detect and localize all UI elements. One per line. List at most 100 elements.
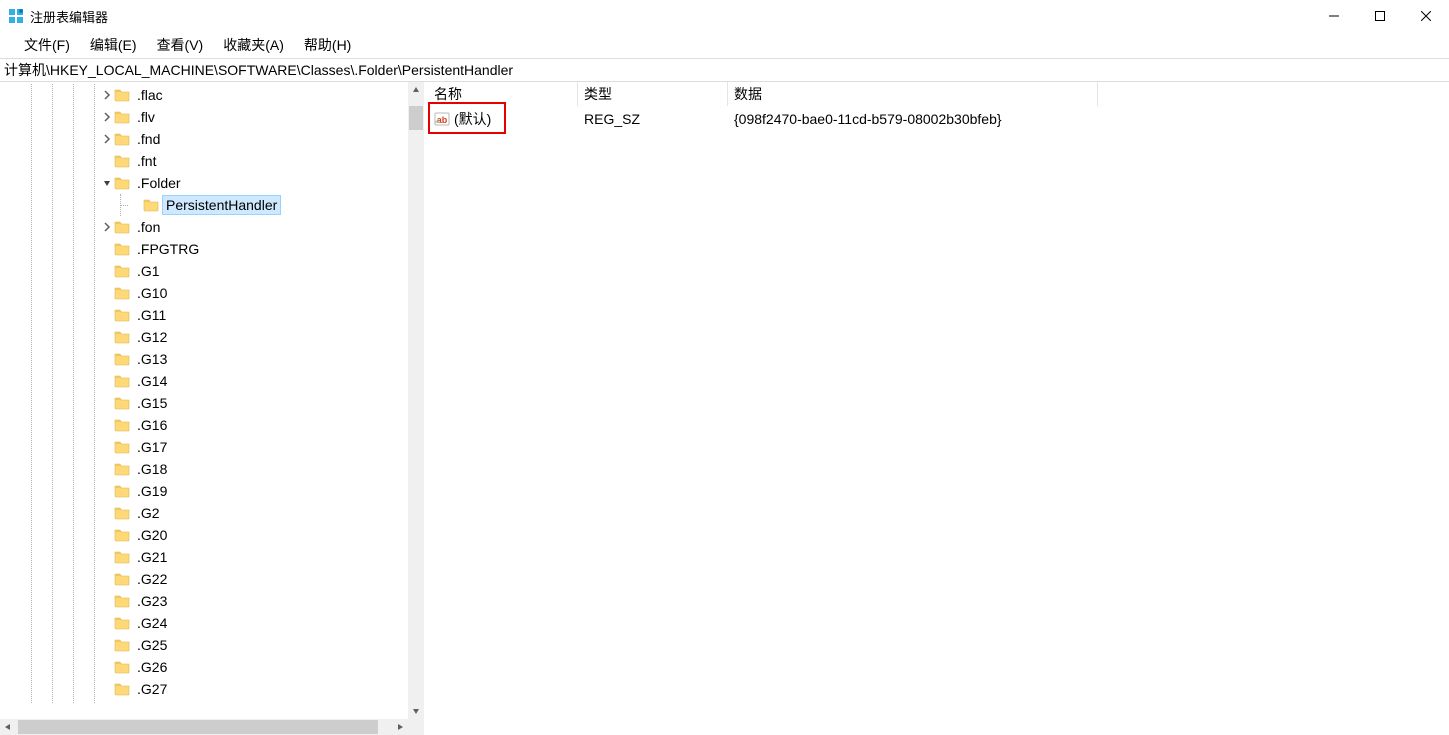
folder-icon <box>114 373 130 389</box>
tree-node[interactable]: .G25 <box>0 634 408 656</box>
tree-node[interactable]: .G10 <box>0 282 408 304</box>
folder-icon <box>114 681 130 697</box>
value-name-cell: ab(默认) <box>428 108 578 130</box>
tree-node-label: .G22 <box>134 570 170 588</box>
chevron-right-icon[interactable] <box>100 110 114 124</box>
folder-icon <box>114 505 130 521</box>
tree-node[interactable]: .G13 <box>0 348 408 370</box>
address-bar[interactable]: 计算机\HKEY_LOCAL_MACHINE\SOFTWARE\Classes\… <box>0 58 1449 82</box>
scroll-up-button[interactable] <box>408 82 424 98</box>
column-name[interactable]: 名称 <box>428 82 578 106</box>
tree-node[interactable]: .G26 <box>0 656 408 678</box>
tree-vertical-scrollbar[interactable] <box>408 82 424 719</box>
scrollbar-corner <box>408 719 424 735</box>
tree-horizontal-scrollbar[interactable] <box>0 719 408 735</box>
tree-node-label: .G20 <box>134 526 170 544</box>
address-text: 计算机\HKEY_LOCAL_MACHINE\SOFTWARE\Classes\… <box>4 60 513 80</box>
values-list[interactable]: ab(默认)REG_SZ{098f2470-bae0-11cd-b579-080… <box>428 106 1449 130</box>
tree-node-label: .G15 <box>134 394 170 412</box>
folder-icon <box>114 87 130 103</box>
scroll-track[interactable] <box>408 98 424 703</box>
tree-node[interactable]: .G11 <box>0 304 408 326</box>
close-button[interactable] <box>1403 0 1449 32</box>
tree-node[interactable]: .flv <box>0 106 408 128</box>
tree-node[interactable]: .G15 <box>0 392 408 414</box>
minimize-button[interactable] <box>1311 0 1357 32</box>
tree-node[interactable]: .flac <box>0 84 408 106</box>
menu-bar: 文件(F) 编辑(E) 查看(V) 收藏夹(A) 帮助(H) <box>0 32 1449 58</box>
tree-node[interactable]: .fnd <box>0 128 408 150</box>
window-controls <box>1311 0 1449 32</box>
scroll-thumb[interactable] <box>409 106 423 130</box>
tree-node-label: .fon <box>134 218 163 236</box>
menu-edit[interactable]: 编辑(E) <box>80 32 147 58</box>
folder-icon <box>114 307 130 323</box>
folder-icon <box>143 197 159 213</box>
string-value-icon: ab <box>434 111 450 127</box>
folder-icon <box>114 527 130 543</box>
folder-icon <box>114 615 130 631</box>
tree-node-label: .G24 <box>134 614 170 632</box>
scroll-thumb[interactable] <box>18 720 378 734</box>
tree-node-label: .G11 <box>134 306 169 324</box>
tree-node[interactable]: .G21 <box>0 546 408 568</box>
tree-node[interactable]: .G12 <box>0 326 408 348</box>
chevron-right-icon[interactable] <box>100 132 114 146</box>
tree-node[interactable]: .G16 <box>0 414 408 436</box>
tree-node[interactable]: .G23 <box>0 590 408 612</box>
value-row[interactable]: ab(默认)REG_SZ{098f2470-bae0-11cd-b579-080… <box>428 108 1449 130</box>
tree-node[interactable]: .G20 <box>0 524 408 546</box>
tree-node-label: PersistentHandler <box>163 196 280 214</box>
tree-node[interactable]: PersistentHandler <box>0 194 408 216</box>
window-title: 注册表编辑器 <box>30 7 108 26</box>
folder-icon <box>114 153 130 169</box>
menu-view[interactable]: 查看(V) <box>147 32 214 58</box>
tree-node[interactable]: .G27 <box>0 678 408 700</box>
maximize-button[interactable] <box>1357 0 1403 32</box>
scroll-track[interactable] <box>16 719 392 735</box>
tree-node[interactable]: .FPGTRG <box>0 238 408 260</box>
folder-icon <box>114 659 130 675</box>
folder-icon <box>114 351 130 367</box>
tree-node[interactable]: .G2 <box>0 502 408 524</box>
tree-node[interactable]: .fon <box>0 216 408 238</box>
values-header: 名称 类型 数据 <box>428 82 1449 106</box>
tree-connector <box>112 194 129 216</box>
folder-icon <box>114 175 130 191</box>
chevron-right-icon[interactable] <box>100 88 114 102</box>
tree-node[interactable]: .fnt <box>0 150 408 172</box>
app-icon <box>8 8 24 24</box>
tree-node[interactable]: .G1 <box>0 260 408 282</box>
chevron-down-icon[interactable] <box>100 176 114 190</box>
tree-node[interactable]: .G18 <box>0 458 408 480</box>
column-type[interactable]: 类型 <box>578 82 728 106</box>
folder-icon <box>114 395 130 411</box>
tree-node-label: .G10 <box>134 284 170 302</box>
tree-node-label: .G19 <box>134 482 170 500</box>
folder-icon <box>114 417 130 433</box>
scroll-left-button[interactable] <box>0 719 16 735</box>
tree-node-label: .G13 <box>134 350 170 368</box>
chevron-right-icon[interactable] <box>100 220 114 234</box>
tree-node[interactable]: .G17 <box>0 436 408 458</box>
tree-node-label: .G27 <box>134 680 170 698</box>
scroll-right-button[interactable] <box>392 719 408 735</box>
tree-node[interactable]: .G14 <box>0 370 408 392</box>
tree-node[interactable]: .G19 <box>0 480 408 502</box>
folder-icon <box>114 461 130 477</box>
svg-text:ab: ab <box>437 115 448 125</box>
tree-node[interactable]: .G22 <box>0 568 408 590</box>
tree-node-label: .G16 <box>134 416 170 434</box>
scroll-down-button[interactable] <box>408 703 424 719</box>
menu-file[interactable]: 文件(F) <box>14 32 80 58</box>
folder-icon <box>114 483 130 499</box>
registry-tree[interactable]: .flac.flv.fnd.fnt.Folder PersistentHandle… <box>0 82 408 700</box>
menu-help[interactable]: 帮助(H) <box>294 32 361 58</box>
main-body: .flac.flv.fnd.fnt.Folder PersistentHandle… <box>0 82 1449 735</box>
menu-favorites[interactable]: 收藏夹(A) <box>213 32 294 58</box>
tree-node[interactable]: .Folder <box>0 172 408 194</box>
column-data[interactable]: 数据 <box>728 82 1098 106</box>
folder-icon <box>114 241 130 257</box>
tree-node[interactable]: .G24 <box>0 612 408 634</box>
tree-node-label: .FPGTRG <box>134 240 202 258</box>
